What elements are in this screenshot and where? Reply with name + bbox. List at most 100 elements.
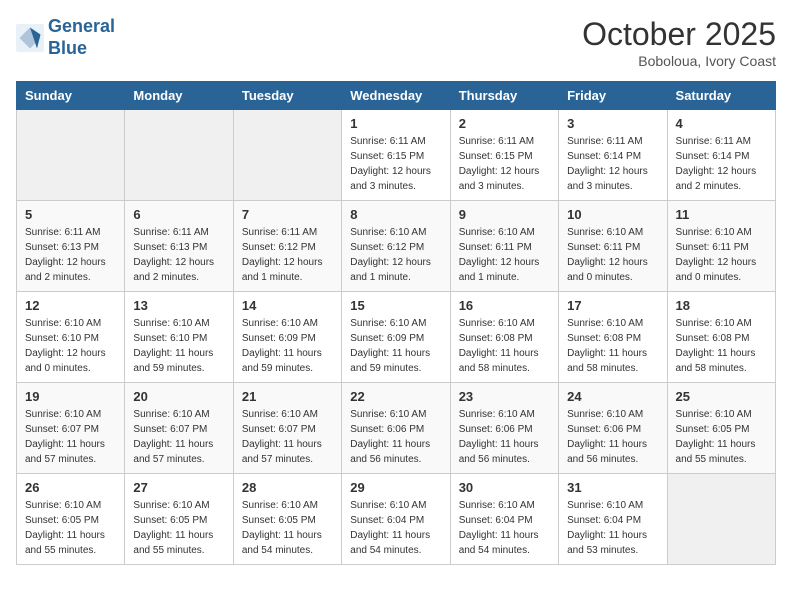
calendar-day-cell: 7 Sunrise: 6:11 AM Sunset: 6:12 PM Daylig… (233, 201, 341, 292)
weekday-header: Wednesday (342, 82, 450, 110)
calendar-day-cell: 10 Sunrise: 6:10 AM Sunset: 6:11 PM Dayli… (559, 201, 667, 292)
calendar-day-cell: 14 Sunrise: 6:10 AM Sunset: 6:09 PM Dayli… (233, 292, 341, 383)
day-info: Sunrise: 6:10 AM Sunset: 6:11 PM Dayligh… (459, 225, 550, 285)
calendar-day-cell: 2Sunrise: 6:11 AM Sunset: 6:15 PM Daylig… (450, 110, 558, 201)
day-info: Sunrise: 6:11 AM Sunset: 6:14 PM Dayligh… (567, 134, 658, 194)
day-number: 15 (350, 298, 441, 313)
day-number: 3 (567, 116, 658, 131)
calendar-week-row: 5 Sunrise: 6:11 AM Sunset: 6:13 PM Daylig… (17, 201, 776, 292)
calendar-day-cell: 16 Sunrise: 6:10 AM Sunset: 6:08 PM Dayli… (450, 292, 558, 383)
day-number: 2 (459, 116, 550, 131)
calendar-day-cell: 6Sunrise: 6:11 AM Sunset: 6:13 PM Daylig… (125, 201, 233, 292)
day-number: 16 (459, 298, 550, 313)
calendar-table: SundayMondayTuesdayWednesdayThursdayFrid… (16, 81, 776, 565)
day-number: 7 (242, 207, 333, 222)
calendar-day-cell: 28Sunrise: 6:10 AM Sunset: 6:05 PM Dayli… (233, 474, 341, 565)
logo-text: General Blue (48, 16, 115, 59)
day-number: 24 (567, 389, 658, 404)
day-number: 19 (25, 389, 116, 404)
day-info: Sunrise: 6:10 AM Sunset: 6:05 PM Dayligh… (133, 498, 224, 558)
location-subtitle: Boboloua, Ivory Coast (582, 53, 776, 69)
calendar-day-cell: 18 Sunrise: 6:10 AM Sunset: 6:08 PM Dayli… (667, 292, 775, 383)
calendar-day-cell: 3 Sunrise: 6:11 AM Sunset: 6:14 PM Daylig… (559, 110, 667, 201)
calendar-week-row: 19 Sunrise: 6:10 AM Sunset: 6:07 PM Dayli… (17, 383, 776, 474)
day-number: 17 (567, 298, 658, 313)
day-info: Sunrise: 6:10 AM Sunset: 6:09 PM Dayligh… (242, 316, 333, 376)
day-info: Sunrise: 6:10 AM Sunset: 6:06 PM Dayligh… (459, 407, 550, 467)
calendar-day-cell (125, 110, 233, 201)
day-info: Sunrise: 6:10 AM Sunset: 6:08 PM Dayligh… (676, 316, 767, 376)
calendar-day-cell: 8 Sunrise: 6:10 AM Sunset: 6:12 PM Daylig… (342, 201, 450, 292)
day-number: 29 (350, 480, 441, 495)
day-info: Sunrise: 6:10 AM Sunset: 6:11 PM Dayligh… (567, 225, 658, 285)
calendar-day-cell: 5 Sunrise: 6:11 AM Sunset: 6:13 PM Daylig… (17, 201, 125, 292)
day-number: 21 (242, 389, 333, 404)
day-number: 8 (350, 207, 441, 222)
weekday-header: Sunday (17, 82, 125, 110)
month-title: October 2025 (582, 16, 776, 53)
calendar-day-cell (233, 110, 341, 201)
logo-general: General (48, 16, 115, 36)
calendar-day-cell: 31 Sunrise: 6:10 AM Sunset: 6:04 PM Dayli… (559, 474, 667, 565)
weekday-header: Thursday (450, 82, 558, 110)
day-info: Sunrise: 6:10 AM Sunset: 6:08 PM Dayligh… (459, 316, 550, 376)
calendar-day-cell: 23 Sunrise: 6:10 AM Sunset: 6:06 PM Dayli… (450, 383, 558, 474)
day-info: Sunrise: 6:11 AM Sunset: 6:15 PM Dayligh… (350, 134, 441, 194)
day-info: Sunrise: 6:10 AM Sunset: 6:04 PM Dayligh… (567, 498, 658, 558)
calendar-day-cell: 30 Sunrise: 6:10 AM Sunset: 6:04 PM Dayli… (450, 474, 558, 565)
day-number: 27 (133, 480, 224, 495)
day-number: 18 (676, 298, 767, 313)
calendar-day-cell: 13Sunrise: 6:10 AM Sunset: 6:10 PM Dayli… (125, 292, 233, 383)
day-number: 22 (350, 389, 441, 404)
day-number: 30 (459, 480, 550, 495)
day-number: 11 (676, 207, 767, 222)
calendar-day-cell: 29 Sunrise: 6:10 AM Sunset: 6:04 PM Dayli… (342, 474, 450, 565)
calendar-day-cell: 22 Sunrise: 6:10 AM Sunset: 6:06 PM Dayli… (342, 383, 450, 474)
calendar-day-cell: 20Sunrise: 6:10 AM Sunset: 6:07 PM Dayli… (125, 383, 233, 474)
day-info: Sunrise: 6:10 AM Sunset: 6:04 PM Dayligh… (350, 498, 441, 558)
calendar-day-cell: 24 Sunrise: 6:10 AM Sunset: 6:06 PM Dayli… (559, 383, 667, 474)
day-info: Sunrise: 6:10 AM Sunset: 6:06 PM Dayligh… (567, 407, 658, 467)
logo-blue: Blue (48, 38, 87, 58)
calendar-header-row: SundayMondayTuesdayWednesdayThursdayFrid… (17, 82, 776, 110)
calendar-day-cell: 15 Sunrise: 6:10 AM Sunset: 6:09 PM Dayli… (342, 292, 450, 383)
day-info: Sunrise: 6:10 AM Sunset: 6:11 PM Dayligh… (676, 225, 767, 285)
calendar-day-cell: 11 Sunrise: 6:10 AM Sunset: 6:11 PM Dayli… (667, 201, 775, 292)
weekday-header: Friday (559, 82, 667, 110)
day-number: 9 (459, 207, 550, 222)
calendar-day-cell: 19 Sunrise: 6:10 AM Sunset: 6:07 PM Dayli… (17, 383, 125, 474)
day-info: Sunrise: 6:11 AM Sunset: 6:13 PM Dayligh… (25, 225, 116, 285)
day-number: 20 (133, 389, 224, 404)
day-info: Sunrise: 6:10 AM Sunset: 6:12 PM Dayligh… (350, 225, 441, 285)
weekday-header: Monday (125, 82, 233, 110)
day-info: Sunrise: 6:10 AM Sunset: 6:09 PM Dayligh… (350, 316, 441, 376)
day-info: Sunrise: 6:11 AM Sunset: 6:12 PM Dayligh… (242, 225, 333, 285)
day-number: 31 (567, 480, 658, 495)
logo-icon (16, 24, 44, 52)
day-info: Sunrise: 6:10 AM Sunset: 6:08 PM Dayligh… (567, 316, 658, 376)
page-header: General Blue October 2025 Boboloua, Ivor… (16, 16, 776, 69)
day-info: Sunrise: 6:10 AM Sunset: 6:05 PM Dayligh… (676, 407, 767, 467)
day-info: Sunrise: 6:10 AM Sunset: 6:07 PM Dayligh… (242, 407, 333, 467)
calendar-day-cell: 21 Sunrise: 6:10 AM Sunset: 6:07 PM Dayli… (233, 383, 341, 474)
day-number: 10 (567, 207, 658, 222)
day-number: 26 (25, 480, 116, 495)
day-info: Sunrise: 6:10 AM Sunset: 6:04 PM Dayligh… (459, 498, 550, 558)
day-number: 28 (242, 480, 333, 495)
calendar-day-cell: 25Sunrise: 6:10 AM Sunset: 6:05 PM Dayli… (667, 383, 775, 474)
day-number: 5 (25, 207, 116, 222)
calendar-day-cell: 26Sunrise: 6:10 AM Sunset: 6:05 PM Dayli… (17, 474, 125, 565)
calendar-day-cell: 9 Sunrise: 6:10 AM Sunset: 6:11 PM Daylig… (450, 201, 558, 292)
day-info: Sunrise: 6:10 AM Sunset: 6:06 PM Dayligh… (350, 407, 441, 467)
calendar-day-cell (17, 110, 125, 201)
day-info: Sunrise: 6:10 AM Sunset: 6:10 PM Dayligh… (25, 316, 116, 376)
day-number: 13 (133, 298, 224, 313)
title-block: October 2025 Boboloua, Ivory Coast (582, 16, 776, 69)
day-number: 1 (350, 116, 441, 131)
calendar-day-cell: 12Sunrise: 6:10 AM Sunset: 6:10 PM Dayli… (17, 292, 125, 383)
day-number: 14 (242, 298, 333, 313)
calendar-week-row: 26 Sunrise: 6:10 AM Sunset: 6:05 PM Dayli… (17, 474, 776, 565)
day-number: 23 (459, 389, 550, 404)
logo: General Blue (16, 16, 115, 59)
day-info: Sunrise: 6:10 AM Sunset: 6:07 PM Dayligh… (25, 407, 116, 467)
